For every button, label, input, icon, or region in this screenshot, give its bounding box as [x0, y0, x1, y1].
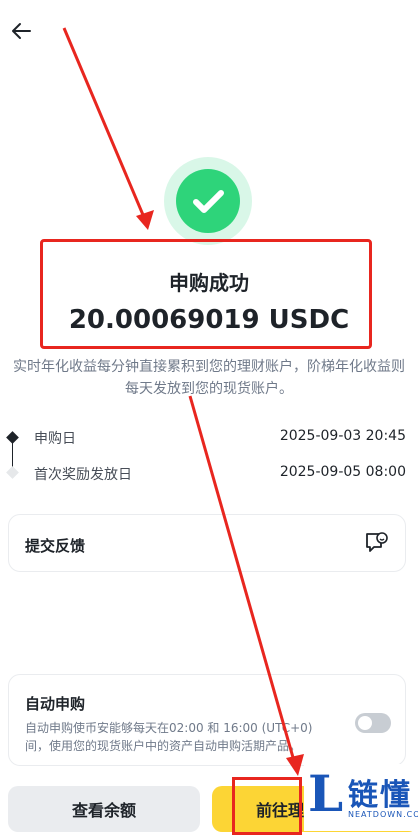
watermark-en: NEATDOWN.COM [348, 810, 418, 819]
watermark-letter: L [308, 764, 344, 823]
annotation-arrows [62, 27, 304, 776]
watermark-logo: L 链懂 NEATDOWN.COM [304, 764, 418, 831]
watermark-cn: 链懂 [348, 778, 412, 813]
